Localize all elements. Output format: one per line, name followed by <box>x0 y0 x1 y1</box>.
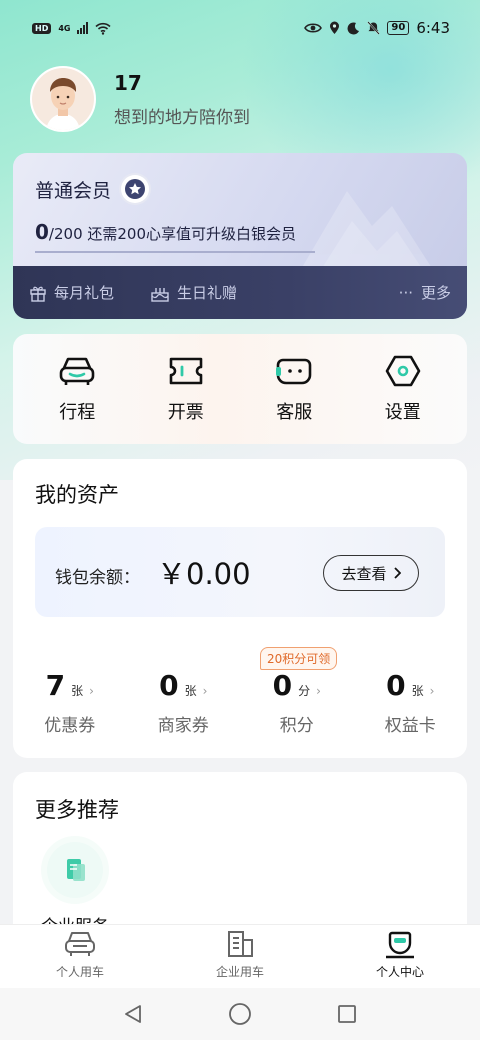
recents-icon[interactable] <box>336 1003 358 1025</box>
action-trips[interactable]: 行程 <box>32 354 122 424</box>
perk-birthday[interactable]: 生日礼赠 <box>150 282 237 303</box>
network-type: 4G <box>58 23 71 33</box>
chevron-right-icon <box>393 567 401 579</box>
chevron-right-icon: › <box>316 684 321 698</box>
asset-value: 7 <box>45 669 66 702</box>
tab-label: 个人中心 <box>375 965 424 979</box>
hd-indicator: HD <box>32 22 52 34</box>
chevron-right-icon: › <box>89 684 94 698</box>
member-points-target: /200 <box>48 225 83 243</box>
home-icon[interactable] <box>228 1002 252 1026</box>
wallet-view-button[interactable]: 去查看 <box>323 555 419 591</box>
battery-indicator: 90 <box>387 21 410 35</box>
wallet-label: 钱包余额： <box>55 568 140 588</box>
mute-bell-icon <box>367 21 381 35</box>
tab-label: 企业用车 <box>215 965 264 979</box>
car-outline-icon <box>65 932 95 956</box>
wifi-icon <box>95 22 112 35</box>
ticket-icon <box>169 357 203 385</box>
tab-personal-car[interactable]: 个人用车 <box>0 925 160 988</box>
perk-monthly-gift[interactable]: 每月礼包 <box>29 282 114 303</box>
asset-name: 商家券 <box>157 716 209 736</box>
signal-icon <box>77 22 89 34</box>
assets-card: 我的资产 钱包余额： ￥0.00 去查看 7 张 › 优惠券 0 张 › 商家券 <box>13 459 467 758</box>
clock: 6:43 <box>416 19 450 37</box>
perks-more-link[interactable]: ··· 更多 <box>399 282 451 303</box>
action-label: 开票 <box>167 402 204 423</box>
member-points: 0 <box>35 220 49 244</box>
chevron-right-icon: › <box>429 684 435 698</box>
settings-icon <box>385 355 421 387</box>
asset-unit: 张 <box>411 684 424 698</box>
action-label: 设置 <box>384 402 421 423</box>
user-slogan: 想到的地方陪你到 <box>114 107 250 128</box>
perk-label: 生日礼赠 <box>177 284 238 302</box>
member-card-decoration <box>297 191 437 276</box>
asset-unit: 张 <box>184 684 197 698</box>
more-dots-icon: ··· <box>398 283 413 302</box>
member-star-icon[interactable] <box>121 175 150 203</box>
tab-enterprise-car[interactable]: 企业用车 <box>160 925 320 988</box>
quick-actions-card: 行程 开票 客服 设置 <box>13 334 467 444</box>
asset-name: 权益卡 <box>384 716 436 736</box>
recommend-title: 更多推荐 <box>35 798 119 822</box>
car-icon <box>59 357 95 385</box>
asset-name: 积分 <box>279 716 314 736</box>
eye-icon <box>304 23 323 33</box>
chevron-right-icon: › <box>202 684 208 698</box>
member-level: 普通会员 <box>35 179 112 202</box>
tab-label: 个人用车 <box>55 965 104 979</box>
action-customer-service[interactable]: 客服 <box>249 354 339 424</box>
asset-coupons[interactable]: 7 张 › 优惠券 <box>13 649 127 749</box>
asset-stats: 7 张 › 优惠券 0 张 › 商家券 20积分可领 0 分 › 积分 0 张 … <box>13 647 468 749</box>
member-card[interactable]: 普通会员 0/200 还需200心享值可升级白银会员 每月礼包 生日礼赠 ···… <box>13 153 467 319</box>
action-label: 行程 <box>59 402 96 423</box>
perk-label: 每月礼包 <box>54 284 115 302</box>
assets-title: 我的资产 <box>35 483 119 507</box>
asset-points[interactable]: 20积分可领 0 分 › 积分 <box>240 647 354 749</box>
wallet-amount: ￥0.00 <box>157 557 251 591</box>
status-bar: HD 4G 90 6:43 <box>0 0 480 56</box>
asset-value: 0 <box>386 669 406 702</box>
wallet-view-label: 去查看 <box>341 565 387 583</box>
asset-value: 0 <box>272 669 293 702</box>
system-nav-bar <box>0 988 480 1040</box>
asset-value: 0 <box>159 669 179 702</box>
cake-icon <box>151 287 169 302</box>
avatar[interactable] <box>30 66 96 132</box>
tab-personal-center[interactable]: 个人中心 <box>320 925 480 988</box>
more-label: 更多 <box>420 284 451 302</box>
asset-name: 优惠券 <box>44 716 96 736</box>
service-icon <box>276 358 312 385</box>
profile-header[interactable]: 17 想到的地方陪你到 <box>30 66 250 132</box>
action-invoice[interactable]: 开票 <box>141 354 231 424</box>
back-icon[interactable] <box>122 1003 144 1025</box>
asset-merchant-coupons[interactable]: 0 张 › 商家券 <box>127 649 241 749</box>
member-perks-bar: 每月礼包 生日礼赠 ··· 更多 <box>13 266 467 319</box>
person-icon <box>386 931 414 959</box>
points-claim-badge[interactable]: 20积分可领 <box>260 647 338 670</box>
enterprise-service-icon <box>47 842 103 898</box>
member-progress-bar <box>35 251 315 253</box>
asset-benefit-cards[interactable]: 0 张 › 权益卡 <box>354 649 468 749</box>
action-settings[interactable]: 设置 <box>358 354 448 424</box>
action-label: 客服 <box>276 402 313 423</box>
bottom-tab-bar: 个人用车 企业用车 个人中心 <box>0 924 480 988</box>
asset-unit: 张 <box>71 684 84 698</box>
user-name: 17 <box>114 70 142 95</box>
member-upgrade-hint: 还需200心享值可升级白银会员 <box>87 225 297 243</box>
asset-unit: 分 <box>298 684 311 698</box>
wallet-panel[interactable]: 钱包余额： ￥0.00 去查看 <box>35 527 445 617</box>
recommend-enterprise-service[interactable]: 企业服务 <box>35 842 115 932</box>
recommend-card: 更多推荐 企业服务 <box>13 772 467 932</box>
gift-icon <box>30 286 46 302</box>
building-icon <box>228 931 253 957</box>
location-icon <box>330 21 340 34</box>
moon-icon <box>347 21 360 34</box>
